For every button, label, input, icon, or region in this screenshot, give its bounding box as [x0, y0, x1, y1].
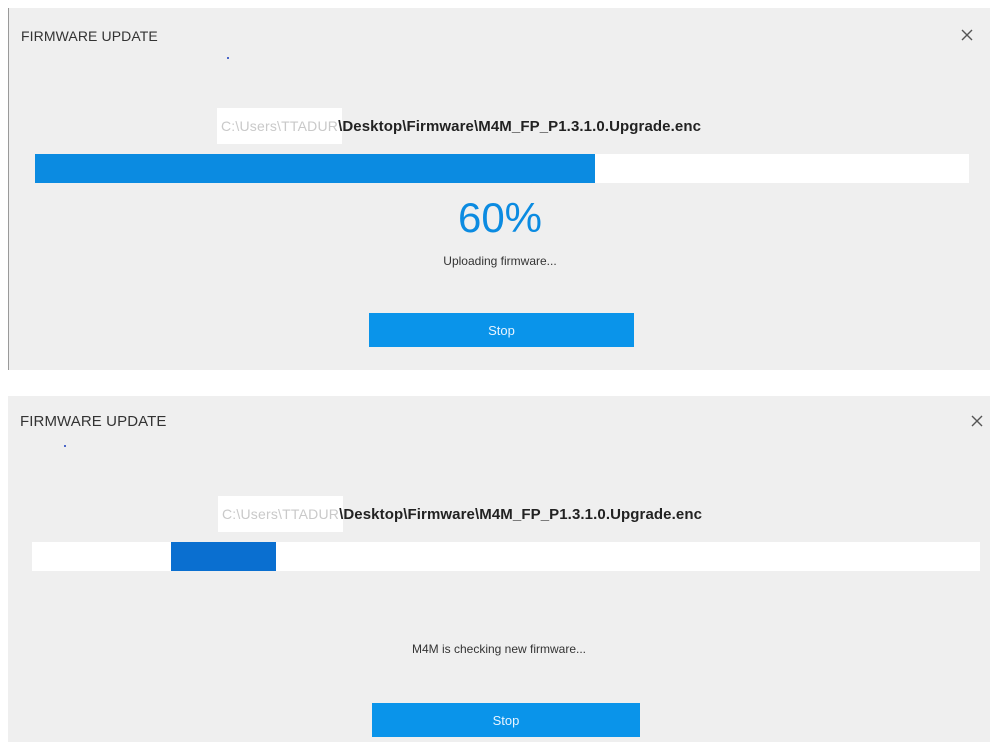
file-path-masked: C:\Users\TTADUR — [218, 496, 344, 532]
progress-percent: 60% — [457, 194, 543, 241]
firmware-update-dialog-uploading: FIRMWARE UPDATE C:\Users\TTADUR \Desktop… — [8, 8, 990, 370]
dialog-title: FIRMWARE UPDATE — [20, 413, 167, 430]
file-path: C:\Users\TTADUR \Desktop\Firmware\M4M_FP… — [217, 108, 701, 144]
progress-track — [35, 154, 969, 183]
file-path-masked: C:\Users\TTADUR — [217, 108, 343, 144]
stop-button[interactable]: Stop — [372, 703, 640, 737]
dialog-title: FIRMWARE UPDATE — [21, 28, 158, 44]
artifact-dot — [227, 57, 229, 59]
progress-indeterminate-fill — [171, 542, 276, 571]
progress-fill — [35, 154, 596, 183]
file-path-text: \Desktop\Firmware\M4M_FP_P1.3.1.0.Upgrad… — [338, 117, 702, 135]
stop-button[interactable]: Stop — [369, 313, 634, 347]
status-text: M4M is checking new firmware... — [411, 642, 587, 656]
progress-track — [32, 542, 980, 571]
file-path: C:\Users\TTADUR \Desktop\Firmware\M4M_FP… — [218, 496, 702, 532]
status-text: Uploading firmware... — [443, 254, 557, 268]
close-icon[interactable] — [958, 26, 976, 44]
artifact-dot — [64, 445, 66, 447]
firmware-update-dialog-checking: FIRMWARE UPDATE C:\Users\TTADUR \Desktop… — [8, 396, 990, 742]
file-path-text: \Desktop\Firmware\M4M_FP_P1.3.1.0.Upgrad… — [339, 505, 703, 523]
close-icon[interactable] — [968, 412, 986, 430]
